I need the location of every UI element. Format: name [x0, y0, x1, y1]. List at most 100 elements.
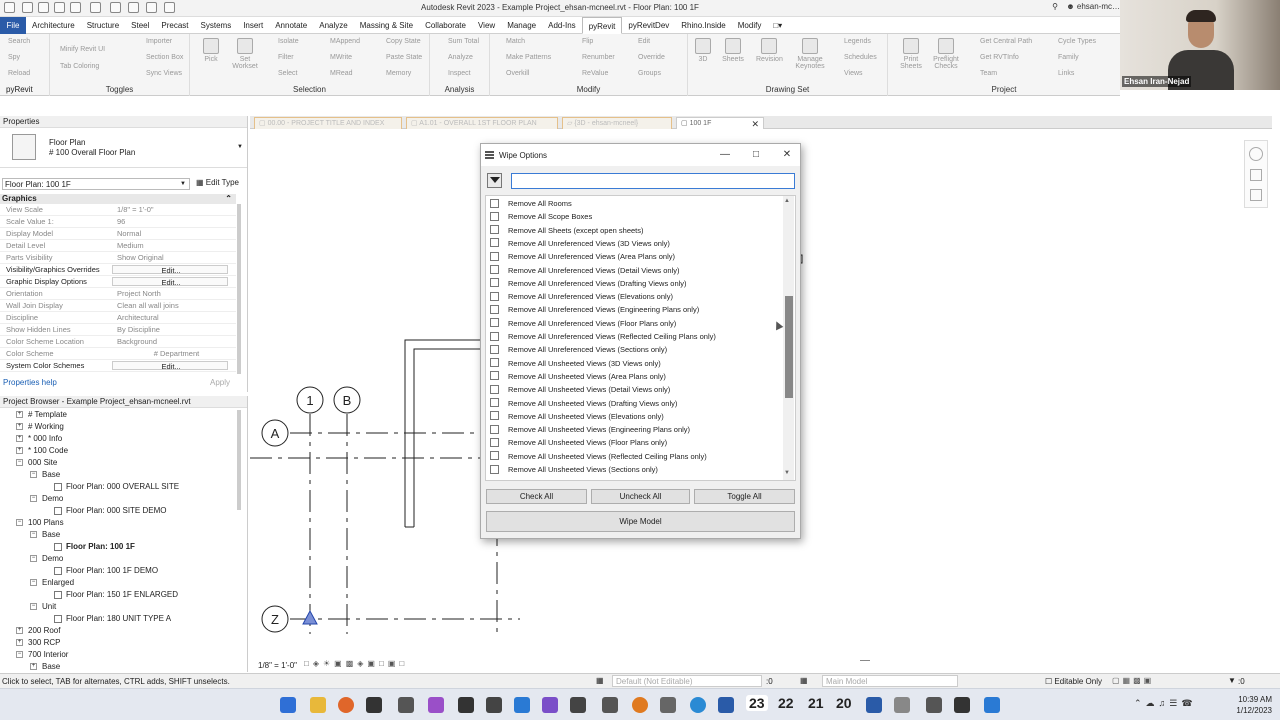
revit-2021-icon[interactable]: 21 — [808, 695, 824, 711]
wipe-option-item[interactable]: Remove All Unreferenced Views (Drafting … — [490, 278, 687, 290]
pyrevit-menu[interactable]: pyRevit — [0, 85, 49, 94]
app-icon[interactable] — [570, 697, 586, 713]
maximize-button[interactable]: □ — [745, 147, 767, 163]
browser-folder[interactable]: +200 Roof — [16, 626, 60, 635]
wipe-option-item[interactable]: Remove All Unsheeted Views (Floor Plans … — [490, 437, 667, 449]
property-row[interactable]: Orientation Project North — [0, 288, 236, 300]
apply-button[interactable]: Apply — [210, 378, 230, 387]
memory-button[interactable]: Memory — [386, 70, 411, 77]
property-row[interactable]: Show Hidden Lines By Discipline — [0, 324, 236, 336]
collapse-icon[interactable]: − — [30, 495, 37, 503]
collapse-icon[interactable]: − — [30, 603, 37, 611]
minimize-button[interactable]: — — [714, 147, 736, 163]
view-tab[interactable]: ▢ A1.01 - OVERALL 1ST FLOOR PLAN — [406, 117, 558, 129]
browser-folder[interactable]: + # Working — [16, 422, 64, 431]
tab-annotate[interactable]: Annotate — [269, 17, 313, 34]
app-icon[interactable] — [398, 697, 414, 713]
view-control-icons[interactable]: □◈☀▣▩◈▣□▣□ — [304, 659, 408, 668]
analyze-button[interactable]: Analyze — [448, 54, 473, 61]
browser-view-item[interactable]: Floor Plan: 000 SITE DEMO — [54, 506, 166, 515]
property-row[interactable]: System Color Schemes Edit... — [0, 360, 236, 372]
design-options-icon[interactable]: ▦ — [596, 676, 604, 685]
zoom-icon[interactable] — [1250, 169, 1262, 181]
properties-help-link[interactable]: Properties help — [3, 378, 57, 387]
option-checkbox[interactable] — [490, 437, 499, 447]
make-patterns-button[interactable]: Make Patterns — [506, 54, 551, 61]
tab-collaborate[interactable]: Collaborate — [419, 17, 472, 34]
scroll-thumb[interactable] — [785, 296, 793, 398]
option-checkbox[interactable] — [490, 451, 499, 461]
wipe-option-item[interactable]: Remove All Unreferenced Views (Area Plan… — [490, 251, 675, 263]
ribbon-options-icon[interactable]: □▾ — [767, 17, 788, 34]
get-central-path-button[interactable]: Get Central Path — [980, 38, 1032, 45]
filter-icon[interactable] — [487, 173, 502, 188]
property-row[interactable]: Detail Level Medium — [0, 240, 236, 252]
renumber-button[interactable]: Renumber — [582, 54, 615, 61]
preflight-checks-button[interactable]: Preflight Checks — [930, 38, 962, 70]
option-checkbox[interactable] — [490, 464, 499, 474]
isolate-button[interactable]: Isolate — [278, 38, 299, 45]
wipe-option-item[interactable]: Remove All Unreferenced Views (Sections … — [490, 344, 667, 356]
property-row[interactable]: View Scale 1/8" = 1'-0" — [0, 204, 236, 216]
option-checkbox[interactable] — [490, 331, 499, 341]
expand-icon[interactable]: + — [16, 411, 23, 419]
option-checkbox[interactable] — [490, 225, 499, 235]
sync-views-button[interactable]: Sync Views — [146, 70, 182, 77]
flip-button[interactable]: Flip — [582, 38, 593, 45]
3d-button[interactable]: 3D — [690, 38, 716, 63]
option-checkbox[interactable] — [490, 424, 499, 434]
expand-icon[interactable]: + — [16, 435, 23, 443]
system-tray-icons[interactable]: ⌃☁♫☰☎ — [1134, 698, 1197, 709]
wipe-option-item[interactable]: Remove All Unsheeted Views (3D Views onl… — [490, 358, 661, 370]
sum-total-button[interactable]: Sum Total — [448, 38, 479, 45]
option-checkbox[interactable] — [490, 318, 499, 328]
option-checkbox[interactable] — [490, 384, 499, 394]
properties-scrollbar[interactable] — [237, 204, 241, 374]
option-checkbox[interactable] — [490, 344, 499, 354]
revalue-button[interactable]: ReValue — [582, 70, 608, 77]
tab-systems[interactable]: Systems — [195, 17, 238, 34]
option-checkbox[interactable] — [490, 211, 499, 221]
collapse-icon[interactable]: ⌃ — [225, 194, 232, 204]
browser-folder[interactable]: − Demo — [30, 554, 63, 563]
browser-folder[interactable]: − Demo — [30, 494, 63, 503]
browser-view-item[interactable]: Floor Plan: 000 OVERALL SITE — [54, 482, 179, 491]
browser-scrollbar[interactable] — [237, 410, 241, 510]
spy-button[interactable]: Spy — [8, 54, 20, 61]
collapse-icon[interactable]: − — [30, 555, 37, 563]
revit-2023-icon[interactable]: 23 — [746, 695, 768, 711]
view-tab[interactable]: ▱ {3D - ehsan-mcneel} — [562, 117, 672, 129]
tab-pyrevit[interactable]: pyRevit — [581, 16, 623, 34]
revit-2022-icon[interactable]: 22 — [778, 695, 794, 711]
option-checkbox[interactable] — [490, 251, 499, 261]
filter-button[interactable]: Filter — [278, 54, 294, 61]
view-tab-active[interactable]: ▢ 100 1F ✕ — [676, 117, 764, 129]
graphics-category[interactable]: Graphics ⌃ — [0, 194, 236, 204]
collapse-icon[interactable]: − — [16, 651, 23, 659]
search-button[interactable]: Search — [8, 38, 30, 45]
filter-icon[interactable]: ▼ — [1228, 676, 1236, 685]
wipe-option-item[interactable]: Remove All Unsheeted Views (Sections onl… — [490, 464, 658, 476]
close-icon[interactable]: ✕ — [751, 118, 759, 129]
navigation-bar[interactable] — [1244, 140, 1268, 208]
view-tab[interactable]: ▢ 00.00 - PROJECT TITLE AND INDEX — [254, 117, 402, 129]
browser-folder[interactable]: − Unit — [30, 602, 56, 611]
mread-button[interactable]: MRead — [330, 70, 353, 77]
app-icon[interactable] — [984, 697, 1000, 713]
tab-manage[interactable]: Manage — [501, 17, 542, 34]
property-row[interactable]: Parts Visibility Show Original — [0, 252, 236, 264]
type-selector[interactable]: Floor Plan # 100 Overall Floor Plan ▼ — [0, 128, 247, 168]
set-workset-button[interactable]: Set Workset — [232, 38, 258, 70]
links-button[interactable]: Links — [1058, 70, 1074, 77]
view-scale[interactable]: 1/8" = 1'-0" — [258, 661, 297, 670]
schedules-button[interactable]: Schedules — [844, 54, 877, 61]
property-edit-button[interactable]: Edit... — [112, 361, 228, 370]
option-checkbox[interactable] — [490, 358, 499, 368]
dialog-title-bar[interactable]: Wipe Options — □ ✕ — [481, 144, 800, 166]
app-icon[interactable] — [690, 697, 706, 713]
property-edit-button[interactable]: Edit... — [112, 265, 228, 274]
property-row[interactable]: Wall Join Display Clean all wall joins — [0, 300, 236, 312]
browser-folder[interactable]: + # Template — [16, 410, 67, 419]
manage-keynotes-button[interactable]: Manage Keynotes — [792, 38, 828, 70]
app-icon[interactable] — [602, 697, 618, 713]
